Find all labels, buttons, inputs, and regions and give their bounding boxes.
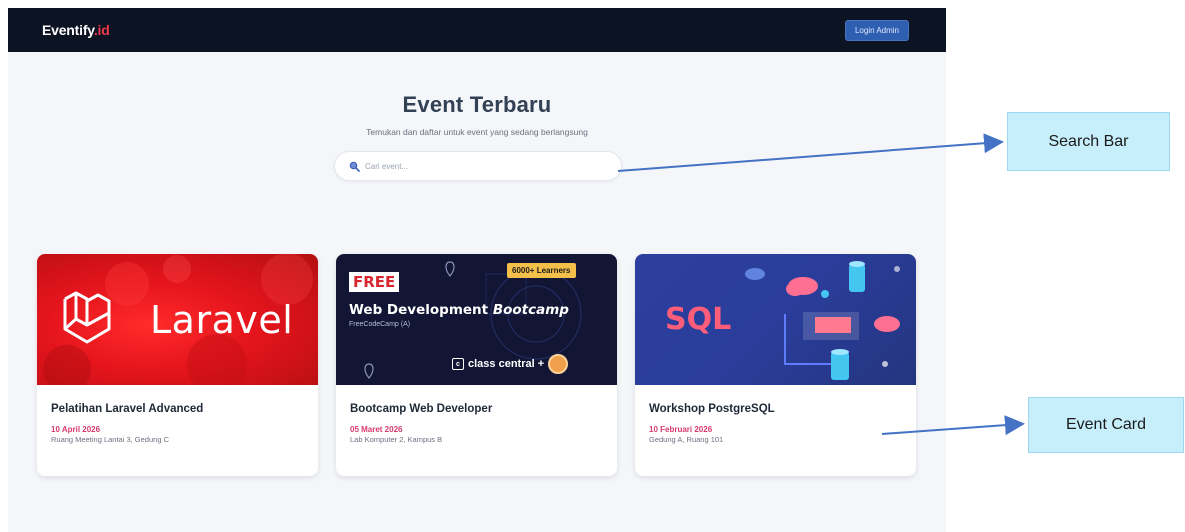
event-card-callout: Event Card — [1028, 397, 1184, 453]
event-card-arrow — [881, 415, 1025, 436]
search-bar-arrow — [617, 133, 1004, 172]
annotation-arrows — [617, 133, 1025, 436]
search-bar-callout: Search Bar — [1007, 112, 1170, 171]
page: Eventify.id Login Admin Event Terbaru Te… — [0, 0, 1185, 532]
